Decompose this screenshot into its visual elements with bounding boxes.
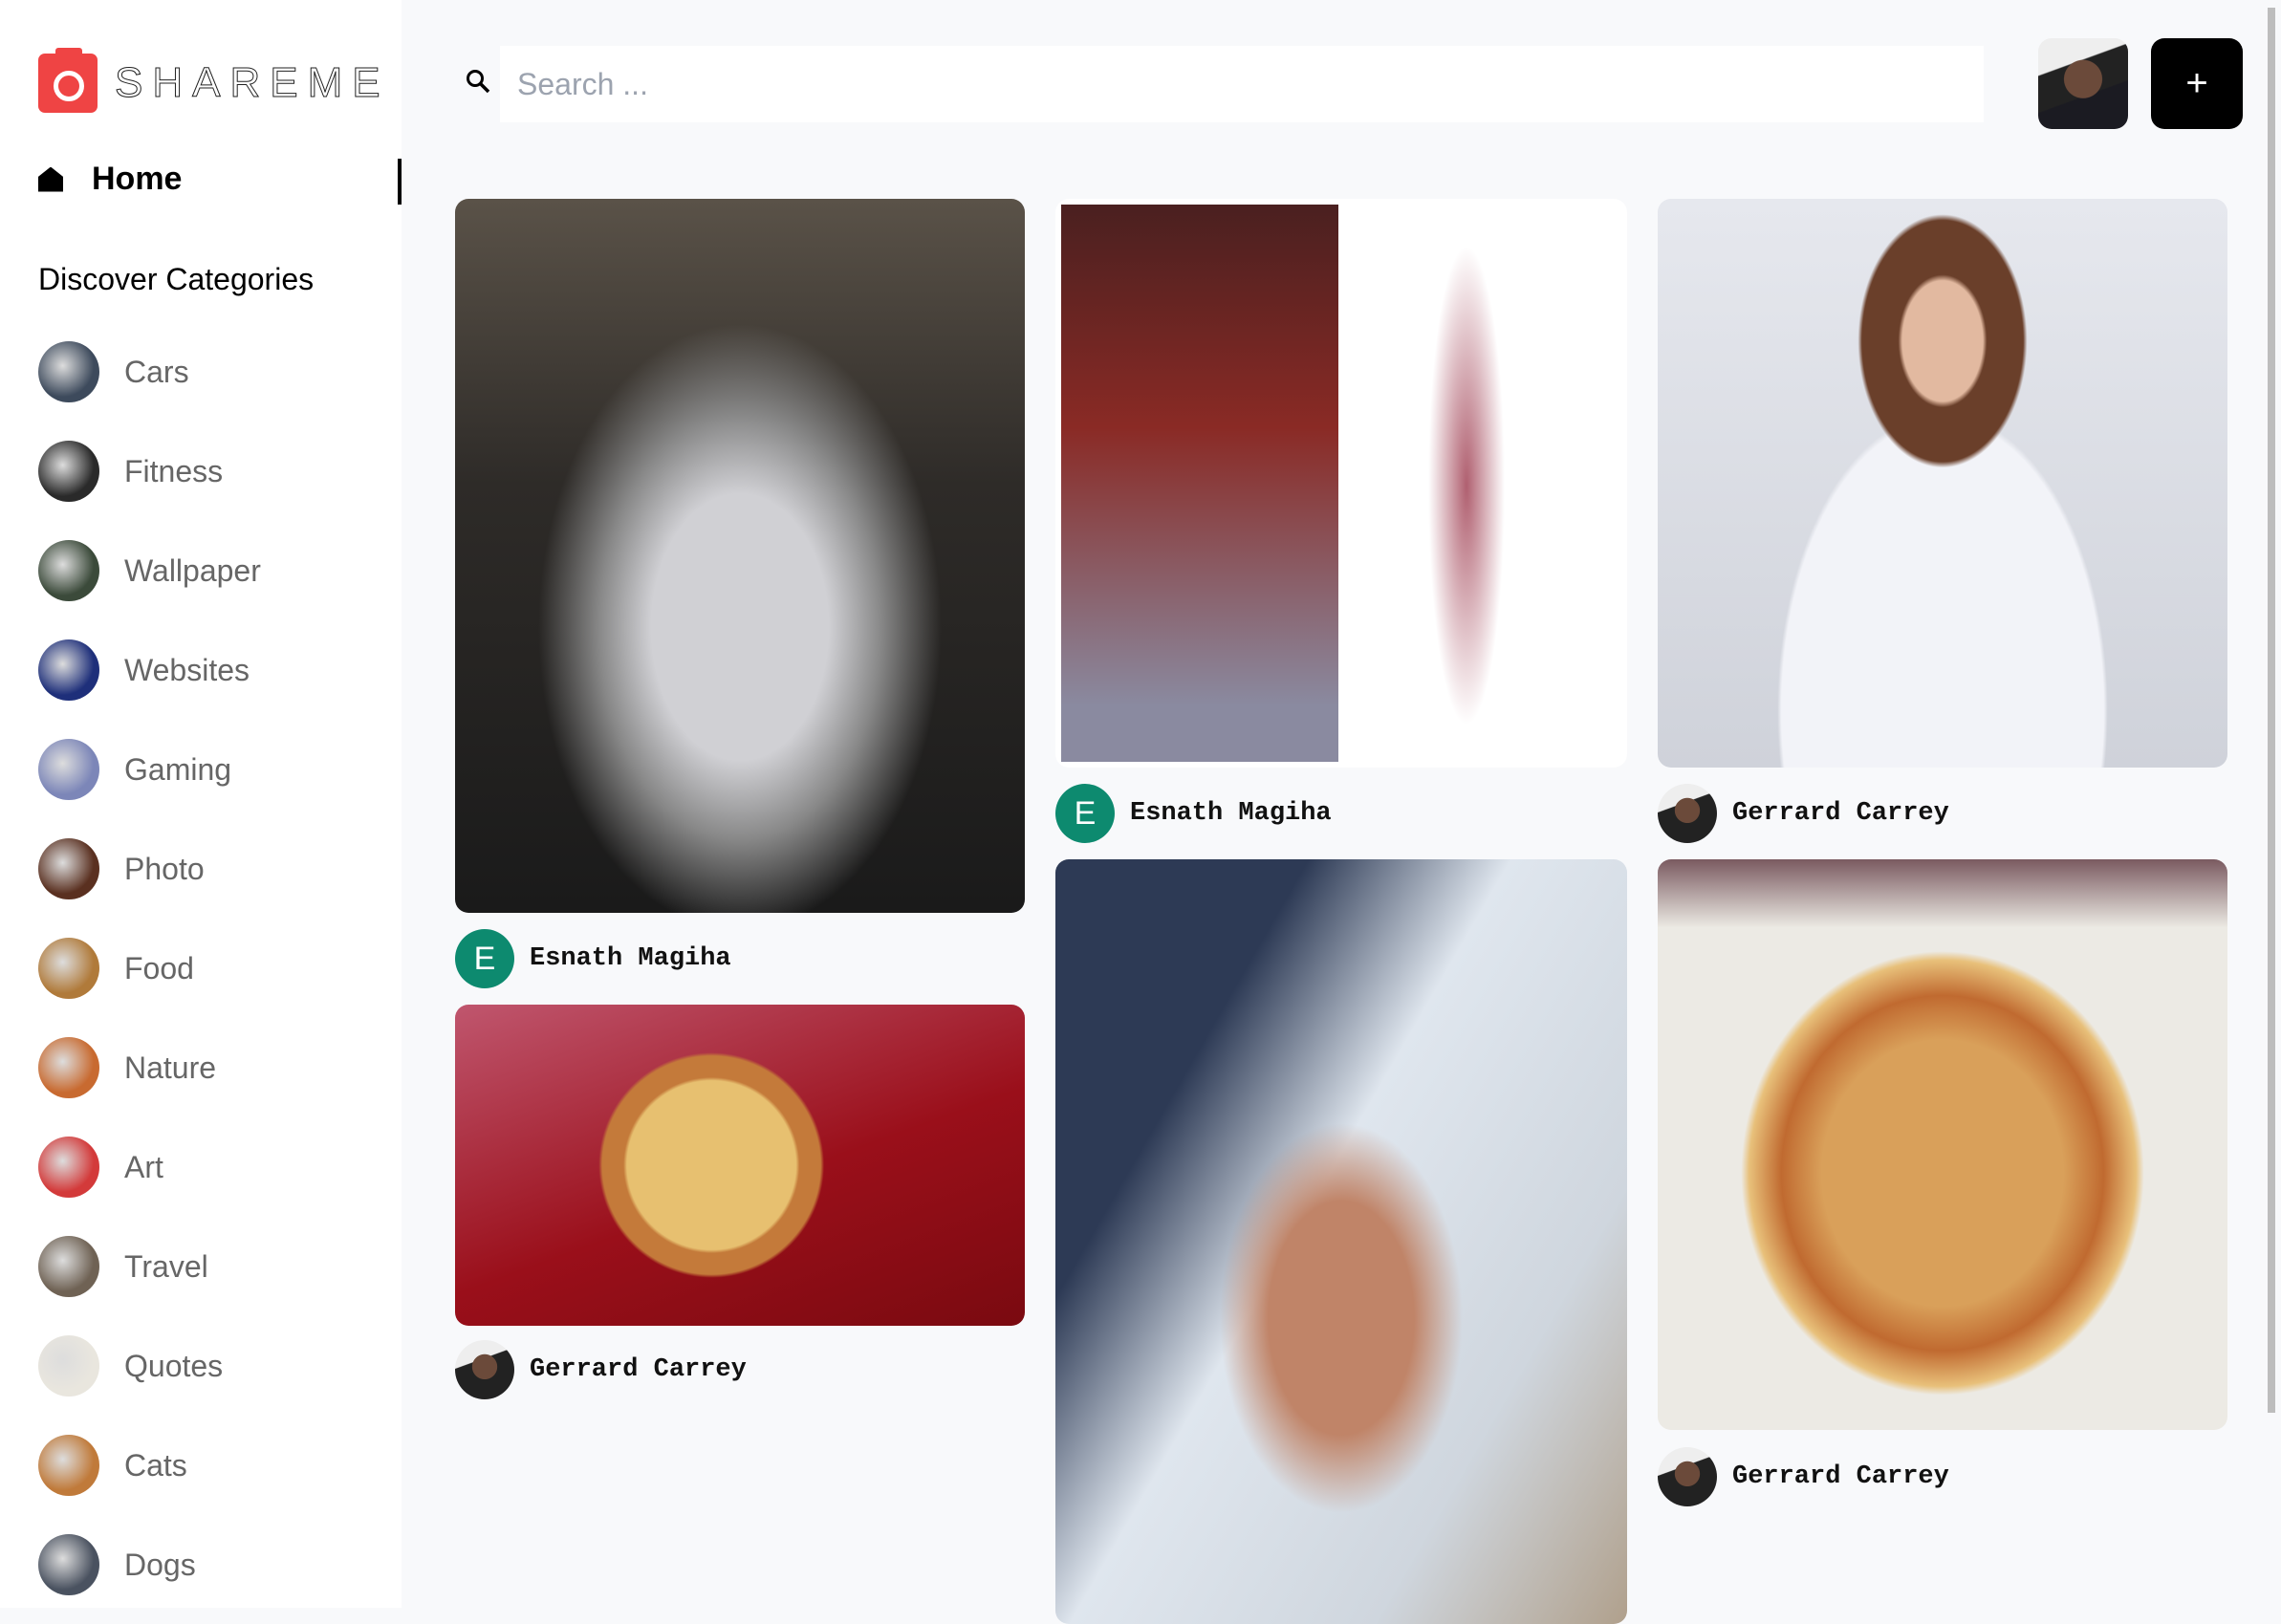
home-label: Home [92,161,183,197]
pin-image[interactable] [455,1005,1025,1326]
author-name: Esnath Magiha [530,944,731,973]
sidebar-category-fitness[interactable]: Fitness [38,441,223,502]
sidebar-category-travel[interactable]: Travel [38,1236,208,1297]
category-label: Photo [124,851,205,886]
sidebar-category-websites[interactable]: Websites [38,639,250,701]
sidebar: SHAREME Home Discover Categories Cars Fit… [0,0,402,1608]
pin-author[interactable]: Gerrard Carrey [1658,784,1949,843]
sidebar-category-food[interactable]: Food [38,938,194,999]
search-input[interactable] [500,46,1984,122]
sidebar-category-cars[interactable]: Cars [38,341,189,402]
pin-author[interactable]: Gerrard Carrey [1658,1447,1949,1506]
category-thumbnail [38,1335,99,1397]
author-name: Gerrard Carrey [1732,799,1949,828]
category-thumbnail [38,639,99,701]
category-thumbnail [38,1137,99,1198]
pin-image[interactable] [455,199,1025,913]
author-avatar [1658,1447,1717,1506]
category-label: Wallpaper [124,552,261,588]
active-indicator [398,159,402,205]
category-thumbnail [38,441,99,502]
category-thumbnail [38,838,99,899]
sidebar-category-cats[interactable]: Cats [38,1435,187,1496]
category-thumbnail [38,739,99,800]
category-thumbnail [38,1236,99,1297]
category-label: Cars [124,354,189,389]
category-thumbnail [38,341,99,402]
sidebar-category-photo[interactable]: Photo [38,838,205,899]
category-label: Travel [124,1248,208,1284]
pin-image[interactable] [1055,199,1627,768]
author-name: Gerrard Carrey [530,1355,747,1384]
sidebar-item-home[interactable]: Home [38,161,402,198]
home-icon [38,166,63,192]
category-thumbnail [38,938,99,999]
pin-author[interactable]: E Esnath Magiha [455,929,731,988]
category-label: Art [124,1149,163,1184]
pin-author[interactable]: Gerrard Carrey [455,1340,747,1399]
logo-text: SHAREME [115,59,390,107]
search-icon [467,70,490,94]
sidebar-category-nature[interactable]: Nature [38,1037,216,1098]
pin-image[interactable] [1658,859,2227,1430]
create-pin-button[interactable]: + [2151,38,2243,129]
author-avatar: E [455,929,514,988]
category-label: Quotes [124,1348,224,1383]
logo[interactable]: SHAREME [38,48,390,113]
category-label: Gaming [124,751,232,787]
author-avatar: E [1055,784,1115,843]
sidebar-category-art[interactable]: Art [38,1137,163,1198]
author-avatar [455,1340,514,1399]
category-thumbnail [38,540,99,601]
category-label: Food [124,950,194,985]
user-avatar[interactable] [2038,38,2128,129]
pin-image[interactable] [1055,859,1627,1624]
sidebar-category-gaming[interactable]: Gaming [38,739,231,800]
pin-author[interactable]: E Esnath Magiha [1055,784,1332,843]
category-label: Cats [124,1447,187,1483]
category-thumbnail [38,1534,99,1595]
camera-logo-icon [38,48,98,113]
sidebar-category-dogs[interactable]: Dogs [38,1534,196,1595]
discover-categories-heading: Discover Categories [38,262,315,296]
sidebar-category-wallpaper[interactable]: Wallpaper [38,540,261,601]
category-label: Dogs [124,1547,196,1582]
category-thumbnail [38,1435,99,1496]
scrollbar[interactable] [2268,8,2275,1413]
author-name: Esnath Magiha [1130,799,1332,828]
author-name: Gerrard Carrey [1732,1462,1949,1491]
category-label: Nature [124,1050,217,1085]
category-thumbnail [38,1037,99,1098]
category-label: Fitness [124,453,224,488]
pin-image[interactable] [1658,199,2227,768]
category-label: Websites [124,652,250,687]
author-avatar [1658,784,1717,843]
sidebar-category-quotes[interactable]: Quotes [38,1335,223,1397]
